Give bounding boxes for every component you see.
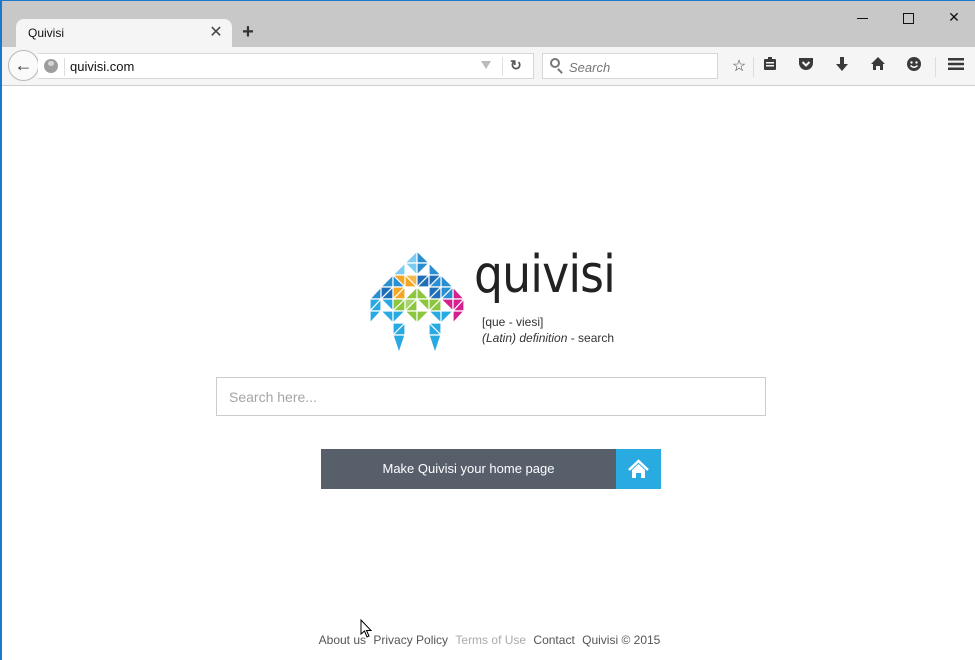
brand-definition-rest: - search [567, 331, 615, 345]
footer-copyright: Quivisi © 2015 [582, 633, 661, 647]
navigation-bar: ← quivisi.com ↻ Search ☆ [2, 47, 975, 86]
download-icon[interactable] [831, 56, 853, 78]
bookmark-star-icon[interactable]: ☆ [728, 56, 750, 78]
site-identity-icon[interactable] [44, 59, 58, 73]
tab-title: Quivisi [28, 26, 65, 40]
url-bar[interactable]: quivisi.com ↻ [38, 53, 534, 79]
url-text[interactable]: quivisi.com [70, 59, 134, 74]
close-icon: ✕ [948, 9, 960, 25]
tab-quivisi[interactable]: Quivisi ✕ [16, 19, 232, 49]
back-button[interactable]: ← [8, 50, 39, 81]
url-separator-2 [502, 57, 503, 76]
search-input[interactable] [216, 377, 766, 416]
tab-close-icon[interactable]: ✕ [208, 23, 224, 43]
browser-window: Quivisi ✕ + ✕ ← quivisi.com ↻ Search ☆ q… [0, 0, 975, 660]
browser-search-box[interactable]: Search [542, 53, 718, 79]
make-homepage-icon-button[interactable] [616, 449, 661, 489]
url-dropdown-icon[interactable] [481, 61, 491, 69]
footer-link-contact[interactable]: Contact [533, 633, 574, 647]
menu-icon[interactable] [945, 56, 967, 78]
brand-pronunciation: [que - viesi] [482, 315, 544, 329]
tab-strip: Quivisi ✕ + ✕ [2, 1, 975, 49]
toolbar-separator [935, 57, 936, 77]
brand-definition-italic: (Latin) definition [482, 331, 568, 345]
reload-icon[interactable]: ↻ [510, 57, 522, 74]
search-icon [550, 58, 560, 68]
footer: About us Privacy Policy Terms of Use Con… [2, 633, 975, 647]
maximize-button[interactable] [886, 5, 930, 29]
close-window-button[interactable]: ✕ [932, 5, 975, 29]
quivisi-logo-icon [370, 251, 464, 353]
mouse-cursor-icon [360, 619, 373, 638]
minimize-button[interactable] [840, 5, 884, 29]
new-tab-button[interactable]: + [238, 21, 258, 43]
page-content: quivisi [que - viesi] (Latin) definition… [2, 87, 975, 660]
toolbar-separator [753, 57, 754, 77]
pocket-icon[interactable] [795, 56, 817, 78]
footer-link-privacy[interactable]: Privacy Policy [373, 633, 448, 647]
brand-name: quivisi [474, 245, 616, 305]
footer-link-terms[interactable]: Terms of Use [455, 633, 526, 647]
make-homepage-button[interactable]: Make Quivisi your home page [321, 449, 616, 489]
footer-link-about[interactable]: About us [319, 633, 366, 647]
home-icon [628, 459, 649, 478]
minimize-icon [856, 17, 868, 19]
maximize-icon [902, 12, 914, 24]
hello-icon[interactable] [903, 56, 925, 78]
back-arrow-icon: ← [14, 55, 33, 75]
reading-list-icon[interactable] [759, 56, 781, 78]
brand-definition: (Latin) definition - search [482, 331, 614, 345]
url-separator [64, 58, 65, 76]
home-icon[interactable] [867, 56, 889, 78]
browser-search-placeholder: Search [569, 60, 611, 75]
